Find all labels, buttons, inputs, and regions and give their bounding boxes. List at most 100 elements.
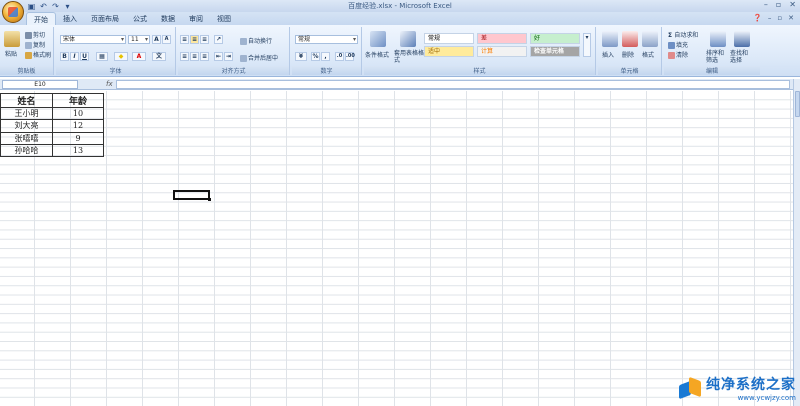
worksheet-grid[interactable]: [0, 91, 793, 406]
copy-button[interactable]: 复制: [25, 40, 45, 49]
font-color-button[interactable]: A: [132, 52, 146, 61]
delete-cells-button[interactable]: 删除: [622, 50, 634, 59]
style-bad[interactable]: 差: [477, 33, 527, 44]
align-left-button[interactable]: ≡: [180, 52, 189, 61]
fx-icon[interactable]: fx: [106, 80, 113, 88]
font-name-select[interactable]: 宋体: [60, 35, 126, 44]
cell-age[interactable]: 13: [52, 143, 104, 158]
ribbon-close-icon[interactable]: ✕: [788, 14, 794, 22]
comma-button[interactable]: ,: [321, 52, 330, 61]
scroll-thumb[interactable]: [795, 91, 800, 117]
scissors-icon: [25, 32, 32, 39]
tab-view[interactable]: 视图: [210, 12, 238, 25]
grow-font-button[interactable]: A: [152, 35, 161, 44]
office-button[interactable]: [2, 1, 24, 23]
table-format-icon[interactable]: [400, 31, 416, 47]
tab-review[interactable]: 审阅: [182, 12, 210, 25]
style-neutral[interactable]: 适中: [424, 46, 474, 57]
cell-name[interactable]: 王小明: [0, 106, 53, 121]
number-group: 常规 ¥ % , .0 .00 数字: [292, 27, 362, 75]
orientation-button[interactable]: ↗: [214, 35, 223, 44]
cell-name[interactable]: 张嘻嘻: [0, 131, 53, 145]
sort-filter-button[interactable]: 排序和筛选: [706, 50, 728, 64]
underline-button[interactable]: U: [80, 52, 89, 61]
insert-cells-button[interactable]: 插入: [602, 50, 614, 59]
increase-decimal-button[interactable]: .0: [335, 52, 344, 61]
style-check-cell[interactable]: 检查单元格: [530, 46, 580, 57]
tab-formulas[interactable]: 公式: [126, 12, 154, 25]
alignment-group-label: 对齐方式: [178, 66, 289, 75]
cell-age[interactable]: 12: [52, 119, 104, 133]
tab-home[interactable]: 开始: [26, 12, 56, 25]
align-right-button[interactable]: ≡: [200, 52, 209, 61]
ribbon-minimize-icon[interactable]: –: [768, 14, 772, 22]
fill-color-button[interactable]: ◆: [114, 52, 128, 61]
tab-insert[interactable]: 插入: [56, 12, 84, 25]
styles-more-button[interactable]: ▾: [583, 33, 591, 57]
sort-filter-icon[interactable]: [710, 31, 726, 47]
italic-button[interactable]: I: [70, 52, 79, 61]
currency-button[interactable]: ¥: [295, 52, 307, 61]
insert-cells-icon[interactable]: [602, 31, 618, 47]
ribbon-tabs: 开始 插入 页面布局 公式 数据 审阅 视图 ❓ – ▫ ✕: [0, 12, 800, 25]
ribbon-restore-icon[interactable]: ▫: [777, 14, 782, 22]
shrink-font-button[interactable]: A: [162, 35, 171, 44]
name-box[interactable]: E10: [2, 80, 78, 89]
merge-center-button[interactable]: 合并后居中: [240, 53, 278, 62]
align-center-button[interactable]: ≡: [190, 52, 199, 61]
alignment-group: ≡ ≡ ≡ ↗ 自动换行 ≡ ≡ ≡ ⇤ ⇥ 合并后居中 对齐方式: [178, 27, 290, 75]
window-controls: – ▫ ✕: [764, 0, 796, 9]
align-bottom-button[interactable]: ≡: [200, 35, 209, 44]
paste-icon[interactable]: [4, 31, 20, 47]
conditional-format-button[interactable]: 条件格式: [365, 50, 389, 59]
bold-button[interactable]: B: [60, 52, 69, 61]
help-icon[interactable]: ❓: [753, 14, 762, 22]
border-button[interactable]: ▦: [96, 52, 108, 61]
minimize-button[interactable]: –: [764, 0, 768, 9]
vertical-scrollbar[interactable]: [793, 79, 800, 406]
header-age[interactable]: 年龄: [52, 93, 104, 108]
delete-cells-icon[interactable]: [622, 31, 638, 47]
cell-age[interactable]: 9: [52, 131, 104, 145]
wrap-icon: [240, 38, 247, 45]
table-format-button[interactable]: 套用表格格式: [394, 50, 424, 64]
number-format-select[interactable]: 常规: [295, 35, 358, 44]
tab-page-layout[interactable]: 页面布局: [84, 12, 126, 25]
find-select-icon[interactable]: [734, 31, 750, 47]
conditional-format-icon[interactable]: [370, 31, 386, 47]
increase-indent-button[interactable]: ⇥: [224, 52, 233, 61]
align-middle-button[interactable]: ≡: [190, 35, 199, 44]
decrease-indent-button[interactable]: ⇤: [214, 52, 223, 61]
style-good[interactable]: 好: [530, 33, 580, 44]
maximize-button[interactable]: ▫: [776, 0, 781, 9]
font-group-label: 字体: [56, 66, 175, 75]
clear-button[interactable]: 清除: [668, 50, 688, 59]
find-select-button[interactable]: 查找和选择: [730, 50, 752, 64]
style-normal[interactable]: 常规: [424, 33, 474, 44]
tab-data[interactable]: 数据: [154, 12, 182, 25]
cell-age[interactable]: 10: [52, 106, 104, 121]
percent-button[interactable]: %: [311, 52, 320, 61]
format-cells-icon[interactable]: [642, 31, 658, 47]
format-cells-button[interactable]: 格式: [642, 50, 654, 59]
header-name[interactable]: 姓名: [0, 93, 53, 108]
font-size-select[interactable]: 11: [128, 35, 150, 44]
style-calculation[interactable]: 计算: [477, 46, 527, 57]
style-normal-label: 常规: [428, 35, 441, 42]
data-table: 姓名 年龄 王小明 10 刘大亮 12 张嘻嘻 9 孙哈哈 13: [0, 93, 104, 158]
cut-button[interactable]: 剪切: [25, 30, 45, 39]
table-row: 刘大亮 12: [0, 119, 104, 133]
decrease-decimal-button[interactable]: .00: [345, 52, 355, 61]
selected-cell[interactable]: [173, 190, 211, 201]
paste-button[interactable]: 粘贴: [5, 49, 17, 58]
fill-button[interactable]: 填充: [668, 40, 688, 49]
format-painter-button[interactable]: 格式刷: [25, 50, 51, 59]
align-top-button[interactable]: ≡: [180, 35, 189, 44]
formula-input[interactable]: [116, 80, 790, 89]
close-button[interactable]: ✕: [789, 0, 796, 9]
cell-name[interactable]: 孙哈哈: [0, 143, 53, 158]
wrap-text-button[interactable]: 自动换行: [240, 36, 272, 45]
autosum-button[interactable]: Σ 自动求和: [668, 30, 698, 39]
phonetic-button[interactable]: 文: [152, 52, 166, 61]
cell-name[interactable]: 刘大亮: [0, 119, 53, 133]
